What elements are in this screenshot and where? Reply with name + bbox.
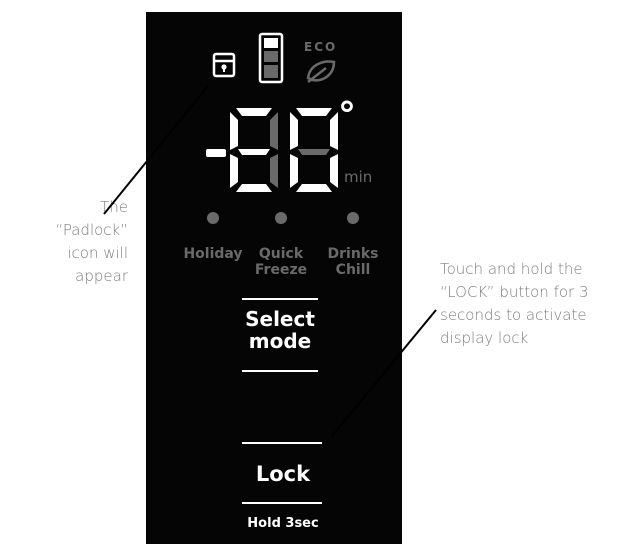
mode-label-line: Chill [335,262,371,278]
degree-symbol: ° [338,95,356,136]
padlock-callout-line: The [100,198,128,216]
select-mode-label: Select mode [240,308,320,352]
select-mode-bottom-line [242,370,318,372]
lock-callout-line: “LOCK” button for 3 [440,283,589,301]
drinks-chill-indicator-dot [347,212,359,224]
control-panel: ECO - 88 ° min [146,12,402,544]
lock-label: Lock [255,462,311,486]
lock-callout-line: display lock [440,329,529,347]
lock-bottom-line [242,502,322,504]
padlock-callout: The “Padlock” icon will appear [0,196,128,288]
digit-tens [230,108,278,192]
mode-drinks-chill[interactable]: Drinks Chill [313,246,393,278]
lock-button[interactable]: Lock Hold 3sec [240,438,324,542]
mode-label-line: Drinks [327,246,379,262]
digit-ones [290,108,338,192]
padlock-callout-line: appear [75,267,128,285]
mode-label-line: Quick [258,246,304,262]
padlock-callout-line: “Padlock” [55,221,128,239]
select-mode-top-line [242,298,318,300]
lock-hold-label: Hold 3sec [247,516,319,531]
padlock-callout-line: icon will [67,244,128,262]
unit-label: min [344,168,373,186]
holiday-indicator-dot [207,212,219,224]
select-mode-line: Select [245,307,315,331]
select-mode-button[interactable]: Select mode [240,294,318,378]
lock-callout: Touch and hold the “LOCK” button for 3 s… [440,258,620,350]
lock-callout-line: seconds to activate [440,306,587,324]
lock-callout-line: Touch and hold the [440,260,583,278]
mode-quick-freeze[interactable]: Quick Freeze [241,246,321,278]
quick-freeze-indicator-dot [275,212,287,224]
mode-label-line: Freeze [254,262,308,278]
lock-top-line [242,442,322,444]
select-mode-line: mode [248,329,312,353]
